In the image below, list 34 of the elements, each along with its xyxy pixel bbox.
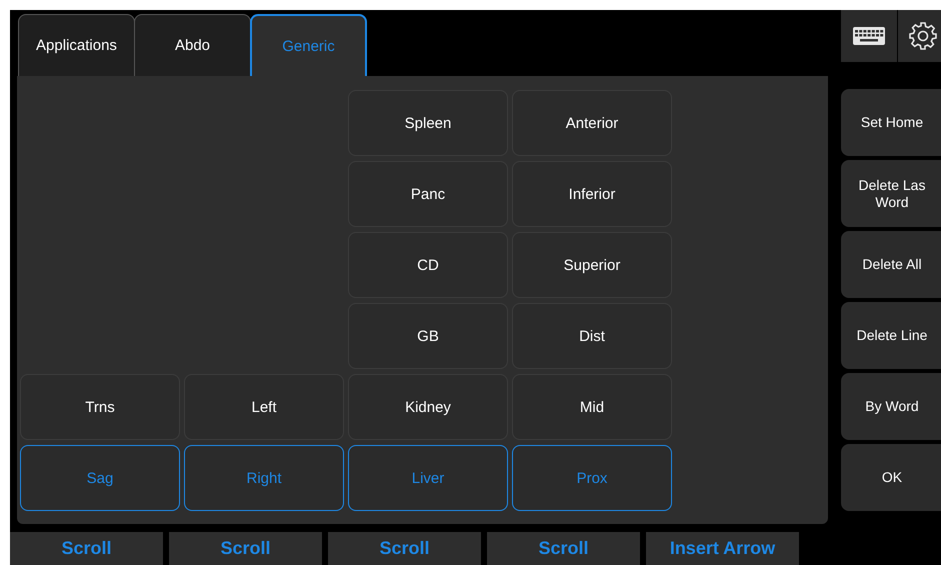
annotation-button[interactable]: GB [348, 303, 508, 369]
side-button[interactable]: Delete Las Word [841, 160, 941, 227]
annotation-button[interactable]: Inferior [512, 161, 672, 227]
annotation-button[interactable]: Panc [348, 161, 508, 227]
annotation-button[interactable]: Left [184, 374, 344, 440]
annotation-button[interactable]: Mid [512, 374, 672, 440]
keyboard-icon [852, 26, 886, 46]
side-button[interactable]: By Word [841, 373, 941, 440]
annotation-button[interactable]: Right [184, 445, 344, 511]
bottom-button[interactable]: Scroll [10, 532, 163, 565]
tab[interactable]: Generic [250, 14, 367, 76]
side-button[interactable]: OK [841, 444, 941, 511]
side-button[interactable]: Set Home [841, 89, 941, 156]
annotation-button[interactable]: Sag [20, 445, 180, 511]
tab[interactable]: Abdo [134, 14, 251, 76]
tab[interactable]: Applications [18, 14, 135, 76]
bottom-button[interactable]: Scroll [328, 532, 481, 565]
side-button[interactable]: Delete Line [841, 302, 941, 369]
settings-button[interactable] [897, 10, 941, 62]
annotation-button[interactable]: CD [348, 232, 508, 298]
annotation-button[interactable]: Dist [512, 303, 672, 369]
bottom-button[interactable]: Insert Arrow [646, 532, 799, 565]
bottom-button[interactable]: Scroll [169, 532, 322, 565]
annotation-button[interactable]: Prox [512, 445, 672, 511]
bottom-button[interactable]: Scroll [487, 532, 640, 565]
keyboard-button[interactable] [840, 10, 897, 62]
annotation-button[interactable]: Anterior [512, 90, 672, 156]
annotation-button[interactable]: Kidney [348, 374, 508, 440]
annotation-button[interactable]: Superior [512, 232, 672, 298]
annotation-button[interactable]: Trns [20, 374, 180, 440]
settings-icon [908, 21, 938, 51]
side-button[interactable]: Delete All [841, 231, 941, 298]
annotation-button[interactable]: Liver [348, 445, 508, 511]
annotation-button[interactable]: Spleen [348, 90, 508, 156]
